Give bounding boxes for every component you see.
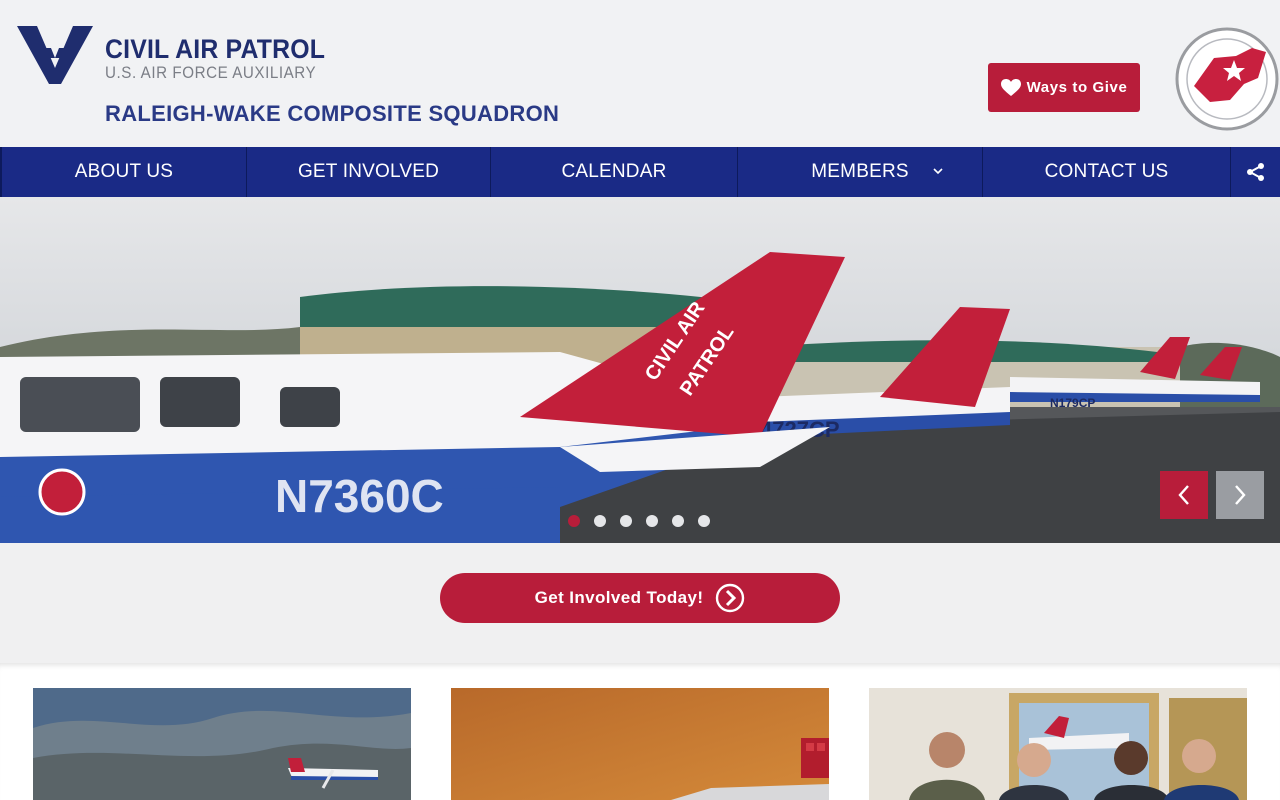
card-image-mountain-plane: [33, 688, 411, 800]
squadron-seal-icon[interactable]: [1174, 20, 1280, 138]
ways-to-give-label: Ways to Give: [1026, 79, 1128, 96]
feature-cards: [0, 663, 1280, 800]
card-image-model-rocket: [451, 688, 829, 800]
feature-card-model[interactable]: [451, 688, 829, 800]
get-involved-button[interactable]: Get Involved Today!: [440, 573, 840, 623]
carousel-dot[interactable]: [646, 515, 658, 527]
nav-contact-us[interactable]: CONTACT US: [982, 147, 1230, 197]
carousel-prev-button[interactable]: [1160, 471, 1208, 519]
logo-title: CIVIL AIR PATROL: [105, 34, 326, 64]
nav-label: GET INVOLVED: [297, 161, 440, 182]
heart-icon: [1000, 78, 1021, 96]
cap-wings-icon: [17, 26, 93, 84]
nav-members[interactable]: MEMBERS: [737, 147, 982, 197]
share-icon: [1246, 163, 1264, 181]
site-header: CIVIL AIR PATROL U.S. AIR FORCE AUXILIAR…: [0, 0, 1280, 147]
share-button[interactable]: [1230, 147, 1280, 197]
chevron-down-icon[interactable]: [932, 165, 944, 177]
feature-card-flight[interactable]: [33, 688, 411, 800]
logo-subtitle: U.S. AIR FORCE AUXILIARY: [105, 64, 317, 82]
feature-card-members[interactable]: [869, 688, 1247, 800]
carousel-next-button[interactable]: [1216, 471, 1264, 519]
carousel-dot[interactable]: [594, 515, 606, 527]
svg-text:N179CP: N179CP: [1050, 396, 1095, 410]
hero-carousel[interactable]: N179CP 4727CP N7360C CIVIL AIR PATROL: [0, 197, 1280, 543]
squadron-name[interactable]: RALEIGH-WAKE COMPOSITE SQUADRON: [105, 101, 559, 127]
chevron-right-icon: [1235, 485, 1246, 505]
carousel-dot[interactable]: [568, 515, 580, 527]
cap-logo[interactable]: CIVIL AIR PATROL U.S. AIR FORCE AUXILIAR…: [17, 22, 325, 86]
carousel-dot[interactable]: [620, 515, 632, 527]
nav-label: CONTACT US: [1044, 161, 1169, 182]
hero-aircraft-image: N179CP 4727CP N7360C CIVIL AIR PATROL: [0, 197, 1280, 543]
cta-section: Get Involved Today!: [0, 543, 1280, 663]
card-image-members: [869, 688, 1247, 800]
nav-label: CALENDAR: [561, 161, 667, 182]
nav-label: ABOUT US: [74, 161, 174, 182]
get-involved-label: Get Involved Today!: [534, 588, 704, 607]
svg-text:N7360C: N7360C: [275, 470, 444, 522]
carousel-dots: [568, 515, 724, 527]
main-nav: ABOUT US GET INVOLVED CALENDAR MEMBERS C…: [0, 147, 1280, 197]
nav-calendar[interactable]: CALENDAR: [490, 147, 737, 197]
carousel-dot[interactable]: [672, 515, 684, 527]
nav-label: MEMBERS: [811, 161, 909, 182]
nav-about-us[interactable]: ABOUT US: [0, 147, 246, 197]
carousel-dot[interactable]: [698, 515, 710, 527]
nav-get-involved[interactable]: GET INVOLVED: [246, 147, 490, 197]
chevron-left-icon: [1178, 485, 1189, 505]
ways-to-give-button[interactable]: Ways to Give: [988, 63, 1140, 112]
arrow-circle-right-icon: [716, 583, 745, 613]
